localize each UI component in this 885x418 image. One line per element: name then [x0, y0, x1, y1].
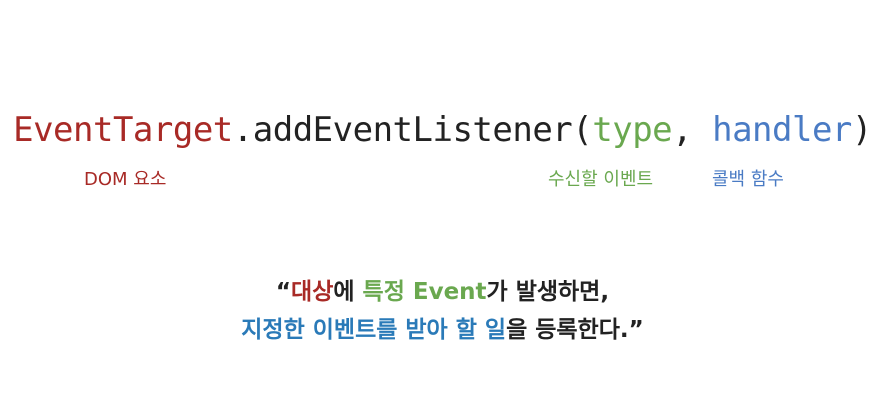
code-method-name: .addEventListener( [232, 110, 593, 150]
code-handler-param: handler [712, 110, 852, 150]
quote-specific-event: 특정 Event [362, 279, 487, 305]
label-event-type: 수신할 이벤트 [548, 169, 654, 190]
code-separator: , [672, 110, 713, 150]
code-close-paren: ) [851, 110, 872, 150]
code-event-target: EventTarget [13, 110, 233, 150]
quote-open-mark: “ [275, 279, 292, 305]
quote-line-1: “대상에 특정 Event가 발생하면, [0, 276, 885, 308]
label-dom-element: DOM 요소 [84, 169, 167, 190]
code-signature: EventTarget.addEventListener(type, handl… [0, 108, 885, 152]
quote-particle: 에 [333, 279, 363, 305]
quote-line1-rest: 가 발생하면, [486, 279, 610, 305]
quote-line-2: 지정한 이벤트를 받아 할 일을 등록한다.” [0, 314, 885, 346]
label-callback: 콜백 함수 [712, 169, 784, 190]
quote-subject: 대상 [291, 279, 334, 305]
quote-line2-rest: 을 등록한다.” [506, 317, 644, 343]
quote-action: 지정한 이벤트를 받아 할 일 [241, 317, 507, 343]
code-type-param: type [592, 110, 673, 150]
